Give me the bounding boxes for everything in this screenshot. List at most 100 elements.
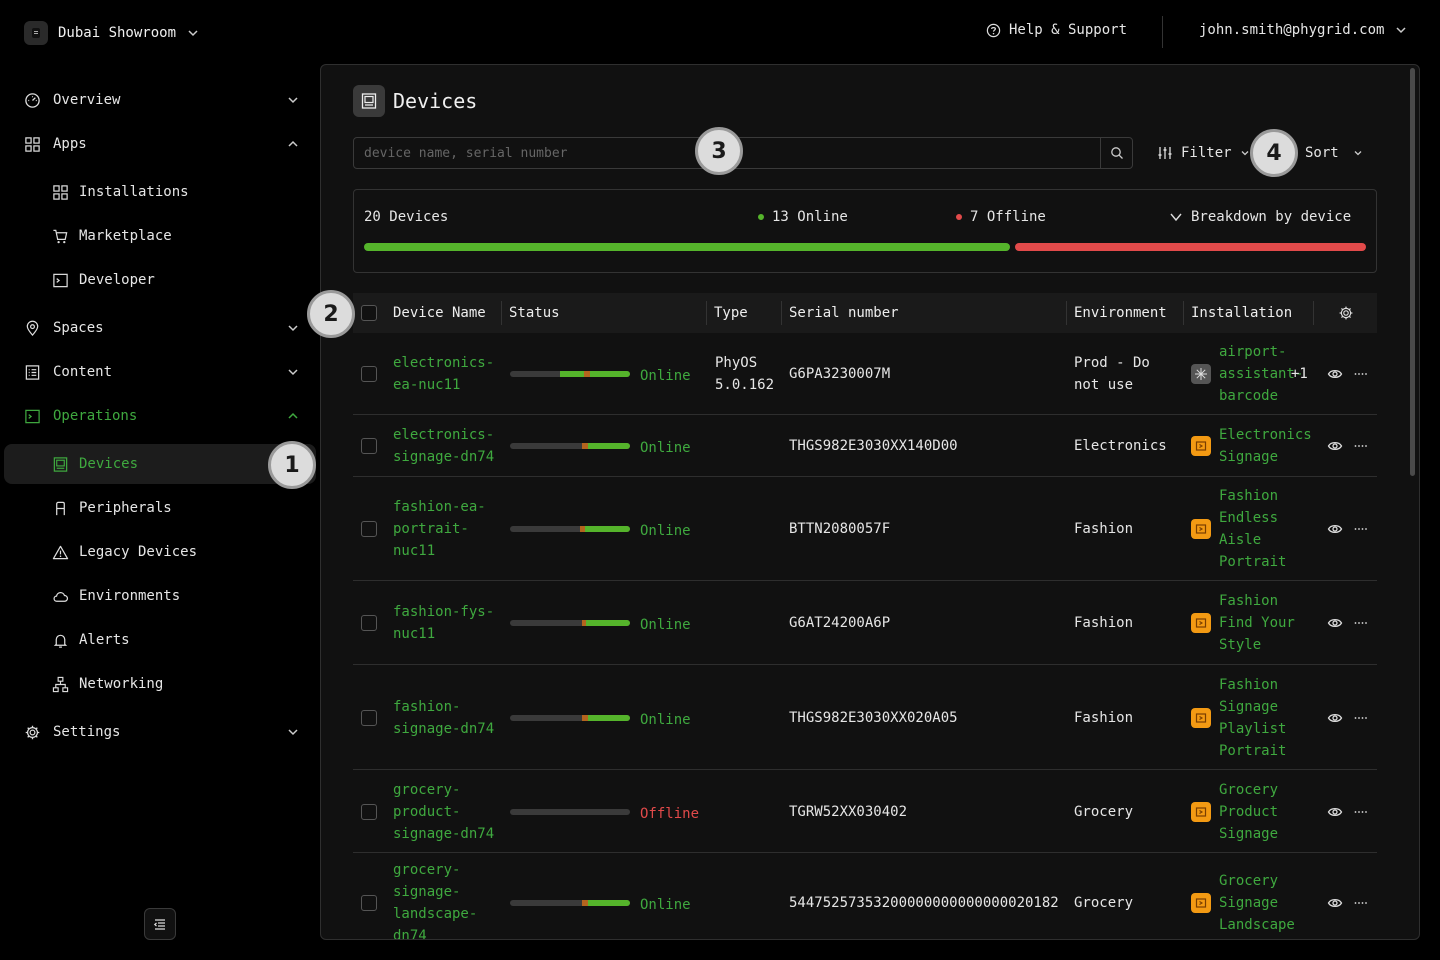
more-icon[interactable]: [1353, 522, 1369, 536]
grid-icon: [25, 136, 40, 152]
row-checkbox[interactable]: [361, 615, 377, 631]
sidebar-item-content[interactable]: Content: [24, 358, 304, 386]
installation-link[interactable]: Grocery Signage Landscape: [1219, 870, 1315, 936]
search-button[interactable]: [1100, 138, 1132, 168]
help-support-label: Help & Support: [1009, 22, 1128, 38]
sidebar-item-operations[interactable]: Operations: [24, 402, 304, 430]
status-history-segment: [588, 900, 630, 906]
more-icon[interactable]: [1353, 711, 1369, 725]
sidebar-item-spaces[interactable]: Spaces: [24, 314, 304, 342]
installation-link[interactable]: Fashion Find Your Style: [1219, 590, 1315, 656]
device-name-link[interactable]: fashion-signage-dn74: [393, 696, 501, 740]
collapse-menu-icon: [153, 919, 165, 930]
sidebar-label: Alerts: [79, 632, 130, 648]
table-row[interactable]: fashion-ea-portrait-nuc11 Online BTTN20800…: [353, 477, 1377, 581]
table-row[interactable]: electronics-ea-nuc11 Online PhyOS 5.0.162 G6…: [353, 333, 1377, 415]
collapse-sidebar-button[interactable]: [144, 908, 176, 940]
filter-button[interactable]: Filter: [1157, 145, 1250, 161]
chevron-down-icon: [288, 97, 298, 104]
column-header-device-name[interactable]: Device Name: [393, 293, 486, 333]
sidebar-item-peripherals[interactable]: Peripherals: [52, 494, 302, 522]
more-icon[interactable]: [1353, 805, 1369, 819]
app-icon: [1191, 893, 1211, 913]
sidebar-item-apps[interactable]: Apps: [24, 130, 304, 158]
column-header-installation[interactable]: Installation: [1191, 293, 1292, 333]
more-icon[interactable]: [1353, 439, 1369, 453]
eye-icon[interactable]: [1327, 367, 1343, 381]
eye-icon[interactable]: [1327, 439, 1343, 453]
column-header-serial[interactable]: Serial number: [789, 293, 899, 333]
row-checkbox[interactable]: [361, 366, 377, 382]
help-support-link[interactable]: Help & Support: [986, 22, 1127, 38]
device-icon: [53, 456, 68, 472]
status-history-segment: [588, 443, 630, 449]
table-row[interactable]: grocery-product-signage-dn74 Offline TGRW5…: [353, 770, 1377, 853]
eye-icon[interactable]: [1327, 616, 1343, 630]
installation-link[interactable]: Electronics Signage: [1219, 424, 1315, 468]
scrollbar[interactable]: [1410, 68, 1415, 476]
sidebar-item-environments[interactable]: Environments: [52, 582, 302, 610]
gear-icon: [25, 725, 40, 739]
org-switcher[interactable]: Dubai Showroom: [24, 20, 200, 46]
kiosk-icon: [56, 501, 65, 515]
column-settings-button[interactable]: [1338, 293, 1354, 333]
row-checkbox[interactable]: [361, 803, 377, 820]
sidebar-item-overview[interactable]: Overview: [24, 86, 304, 114]
eye-icon[interactable]: [1327, 805, 1343, 819]
installation-link[interactable]: Grocery Product Signage: [1219, 779, 1315, 845]
sidebar-item-developer[interactable]: Developer: [52, 266, 302, 294]
more-icon[interactable]: [1353, 616, 1369, 630]
sort-button[interactable]: Sort: [1305, 145, 1363, 161]
device-name-link[interactable]: grocery-product-signage-dn74: [393, 779, 501, 845]
breakdown-toggle[interactable]: Breakdown by device: [1169, 209, 1351, 225]
more-icon[interactable]: [1353, 896, 1369, 910]
status-text: Offline: [640, 805, 700, 822]
sidebar-item-settings[interactable]: Settings: [24, 718, 304, 746]
app-icon: [1191, 519, 1211, 539]
row-checkbox[interactable]: [361, 709, 377, 726]
row-checkbox[interactable]: [361, 438, 377, 454]
eye-icon[interactable]: [1327, 522, 1343, 536]
sidebar-item-networking[interactable]: Networking: [52, 670, 302, 698]
sidebar-label: Environments: [79, 588, 181, 604]
status-history-bar: [510, 900, 630, 906]
topbar-divider: [1162, 16, 1163, 48]
user-menu[interactable]: john.smith@phygrid.com: [1199, 22, 1408, 38]
eye-icon[interactable]: [1327, 896, 1343, 910]
status-text: Online: [640, 897, 691, 913]
sidebar-item-marketplace[interactable]: Marketplace: [52, 222, 302, 250]
environment: Electronics: [1074, 438, 1167, 454]
sidebar-label: Overview: [53, 92, 121, 108]
page-header: Devices: [353, 85, 477, 117]
sidebar-item-legacy-devices[interactable]: Legacy Devices: [52, 538, 302, 566]
search-icon: [1110, 147, 1123, 159]
column-divider: [1183, 301, 1184, 325]
installation-link[interactable]: Fashion Endless Aisle Portrait: [1219, 485, 1315, 573]
column-header-type[interactable]: Type: [714, 293, 748, 333]
more-icon[interactable]: [1353, 367, 1369, 381]
table-row[interactable]: fashion-signage-dn74 Online THGS982E3030XX…: [353, 665, 1377, 770]
column-divider: [1313, 301, 1314, 325]
device-name-link[interactable]: grocery-signage-landscape-dn74: [393, 859, 501, 939]
table-row[interactable]: electronics-signage-dn74 Online THGS982E30…: [353, 415, 1377, 477]
installation-link[interactable]: Fashion Signage Playlist Portrait: [1219, 674, 1315, 762]
table-row[interactable]: grocery-signage-landscape-dn74 Online 5447…: [353, 853, 1377, 939]
column-header-environment[interactable]: Environment: [1074, 293, 1167, 333]
column-header-status[interactable]: Status: [509, 293, 560, 333]
select-all-checkbox[interactable]: [361, 293, 377, 333]
row-actions: [1327, 616, 1369, 630]
chevron-up-icon: [288, 140, 298, 147]
row-checkbox[interactable]: [361, 895, 377, 911]
device-name-link[interactable]: electronics-ea-nuc11: [393, 352, 501, 396]
eye-icon[interactable]: [1327, 711, 1343, 725]
chevron-down-icon: [288, 729, 298, 736]
table-row[interactable]: fashion-fys-nuc11 Online G6AT24200A6P Fashi…: [353, 581, 1377, 665]
device-name-link[interactable]: fashion-fys-nuc11: [393, 601, 501, 645]
device-name-link[interactable]: fashion-ea-portrait-nuc11: [393, 496, 501, 562]
offline-count: 7 Offline: [956, 209, 1046, 225]
sidebar-item-devices[interactable]: Devices: [52, 450, 302, 478]
row-checkbox[interactable]: [361, 521, 377, 537]
sidebar-item-installations[interactable]: Installations: [52, 178, 302, 206]
device-name-link[interactable]: electronics-signage-dn74: [393, 424, 501, 468]
sidebar-item-alerts[interactable]: Alerts: [52, 626, 302, 654]
